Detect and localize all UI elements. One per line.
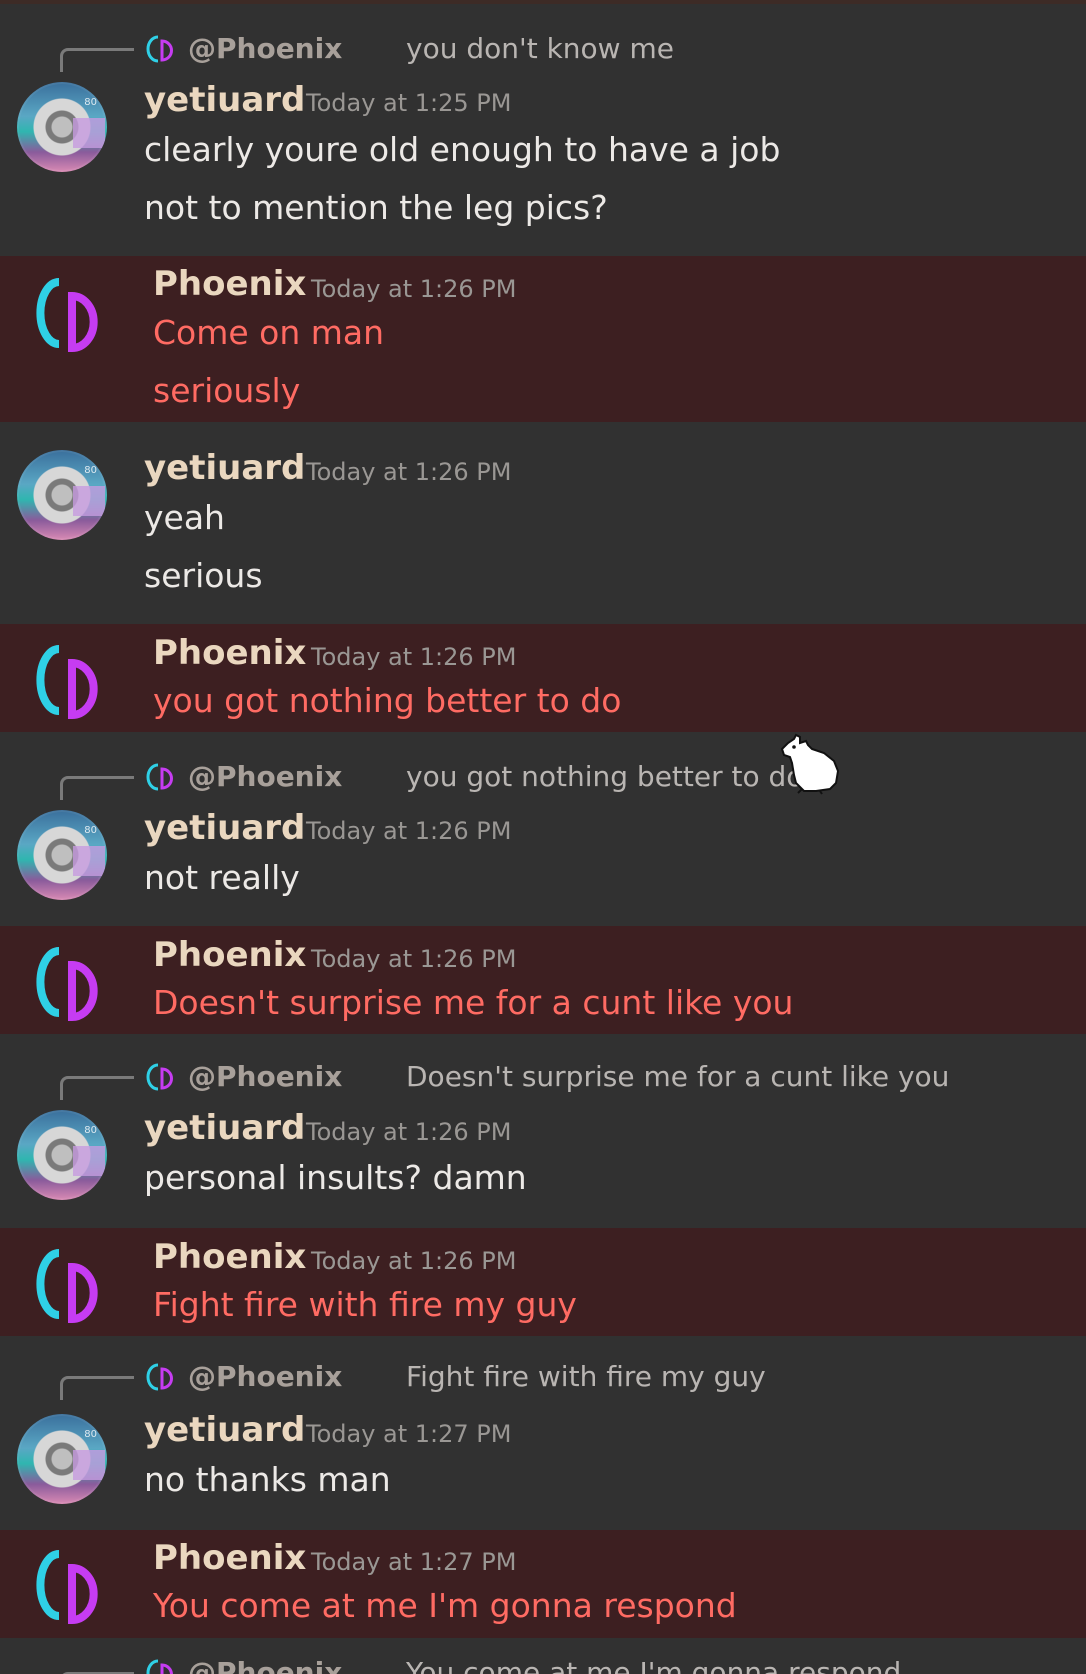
reply-preview[interactable]: @Phoenix Doesn't surprise me for a cunt … <box>60 1058 960 1100</box>
reply-text: You come at me I'm gonna respond <box>406 1656 902 1674</box>
message-text: personal insults? damn <box>144 1158 527 1197</box>
message-text: Come on man <box>153 313 385 352</box>
avatar-badge: 80 <box>84 1429 97 1440</box>
message-text: Fight fire with fire my guy <box>153 1285 577 1324</box>
phoenix-logo-icon <box>146 763 173 791</box>
message-text: seriously <box>153 371 301 410</box>
message-text: no thanks man <box>144 1460 391 1499</box>
username[interactable]: yetiuard <box>144 1410 305 1450</box>
message-group[interactable]: Phoenix Today at 1:26 PM Doesn't surpris… <box>0 926 1086 1034</box>
reply-mention[interactable]: @Phoenix <box>188 1060 342 1093</box>
username[interactable]: Phoenix <box>153 264 306 304</box>
timestamp: Today at 1:26 PM <box>306 458 512 486</box>
avatar[interactable]: 80 <box>17 810 107 900</box>
username[interactable]: yetiuard <box>144 1108 305 1148</box>
message-group[interactable]: @Phoenix you don't know me 80 yetiuard T… <box>0 4 1086 256</box>
reply-text: you got nothing better to do <box>406 760 804 793</box>
phoenix-logo-icon[interactable] <box>17 937 107 1027</box>
reply-connector <box>60 48 134 72</box>
timestamp: Today at 1:26 PM <box>306 817 512 845</box>
phoenix-logo-icon <box>146 1659 173 1674</box>
reply-text: you don't know me <box>406 32 674 65</box>
reply-text: Fight fire with fire my guy <box>406 1360 766 1393</box>
timestamp: Today at 1:26 PM <box>311 643 517 671</box>
avatar-badge: 80 <box>84 825 97 836</box>
reply-preview[interactable]: @Phoenix you don't know me <box>60 30 960 72</box>
message-group[interactable]: Phoenix Today at 1:26 PM you got nothing… <box>0 624 1086 732</box>
reply-mention[interactable]: @Phoenix <box>188 32 342 65</box>
avatar[interactable]: 80 <box>17 450 107 540</box>
timestamp: Today at 1:26 PM <box>311 945 517 973</box>
username[interactable]: yetiuard <box>144 808 305 848</box>
username[interactable]: yetiuard <box>144 448 305 488</box>
message-text: yeah <box>144 498 225 537</box>
timestamp: Today at 1:27 PM <box>306 1420 512 1448</box>
reply-preview[interactable]: @Phoenix Fight fire with fire my guy <box>60 1358 960 1400</box>
reply-connector <box>60 1376 134 1400</box>
message-text: not really <box>144 858 300 897</box>
username[interactable]: Phoenix <box>153 1237 306 1277</box>
username[interactable]: Phoenix <box>153 935 306 975</box>
message-text: serious <box>144 556 263 595</box>
phoenix-logo-icon <box>146 1063 173 1091</box>
phoenix-logo-icon <box>146 1363 173 1391</box>
message-group[interactable]: @Phoenix Fight fire with fire my guy 80 … <box>0 1336 1086 1530</box>
message-group[interactable]: Phoenix Today at 1:26 PM Come on man ser… <box>0 256 1086 422</box>
reply-mention[interactable]: @Phoenix <box>188 1360 342 1393</box>
timestamp: Today at 1:26 PM <box>306 1118 512 1146</box>
phoenix-logo-icon[interactable] <box>17 1540 107 1630</box>
reply-mention[interactable]: @Phoenix <box>188 760 342 793</box>
reply-mention[interactable]: @Phoenix <box>188 1656 342 1674</box>
message-group[interactable]: @Phoenix You come at me I'm gonna respon… <box>0 1638 1086 1674</box>
message-group[interactable]: 80 yetiuard Today at 1:26 PM yeah seriou… <box>0 422 1086 624</box>
username[interactable]: Phoenix <box>153 633 306 673</box>
avatar-badge: 80 <box>84 97 97 108</box>
phoenix-logo-icon[interactable] <box>17 1239 107 1329</box>
phoenix-logo-icon[interactable] <box>17 635 107 725</box>
message-text: you got nothing better to do <box>153 681 622 720</box>
avatar[interactable]: 80 <box>17 82 107 172</box>
message-text: Doesn't surprise me for a cunt like you <box>153 983 794 1022</box>
timestamp: Today at 1:25 PM <box>306 89 512 117</box>
timestamp: Today at 1:27 PM <box>311 1548 517 1576</box>
reply-connector <box>60 1076 134 1100</box>
phoenix-logo-icon[interactable] <box>17 268 107 358</box>
bunny-cursor-icon <box>780 733 840 795</box>
avatar-badge: 80 <box>84 465 97 476</box>
message-group[interactable]: @Phoenix Doesn't surprise me for a cunt … <box>0 1034 1086 1228</box>
message-text: not to mention the leg pics? <box>144 188 608 227</box>
message-text: clearly youre old enough to have a job <box>144 130 781 169</box>
username[interactable]: yetiuard <box>144 80 305 120</box>
message-group[interactable]: Phoenix Today at 1:27 PM You come at me … <box>0 1530 1086 1638</box>
username[interactable]: Phoenix <box>153 1538 306 1578</box>
reply-preview[interactable]: @Phoenix You come at me I'm gonna respon… <box>60 1654 960 1674</box>
reply-text: Doesn't surprise me for a cunt like you <box>406 1060 950 1093</box>
message-group[interactable]: Phoenix Today at 1:26 PM Fight fire with… <box>0 1228 1086 1336</box>
message-text: You come at me I'm gonna respond <box>153 1586 737 1625</box>
avatar[interactable]: 80 <box>17 1110 107 1200</box>
timestamp: Today at 1:26 PM <box>311 275 517 303</box>
timestamp: Today at 1:26 PM <box>311 1247 517 1275</box>
avatar[interactable]: 80 <box>17 1414 107 1504</box>
avatar-badge: 80 <box>84 1125 97 1136</box>
message-group[interactable]: @Phoenix you got nothing better to do 80… <box>0 732 1086 926</box>
phoenix-logo-icon <box>146 35 173 63</box>
reply-connector <box>60 776 134 800</box>
